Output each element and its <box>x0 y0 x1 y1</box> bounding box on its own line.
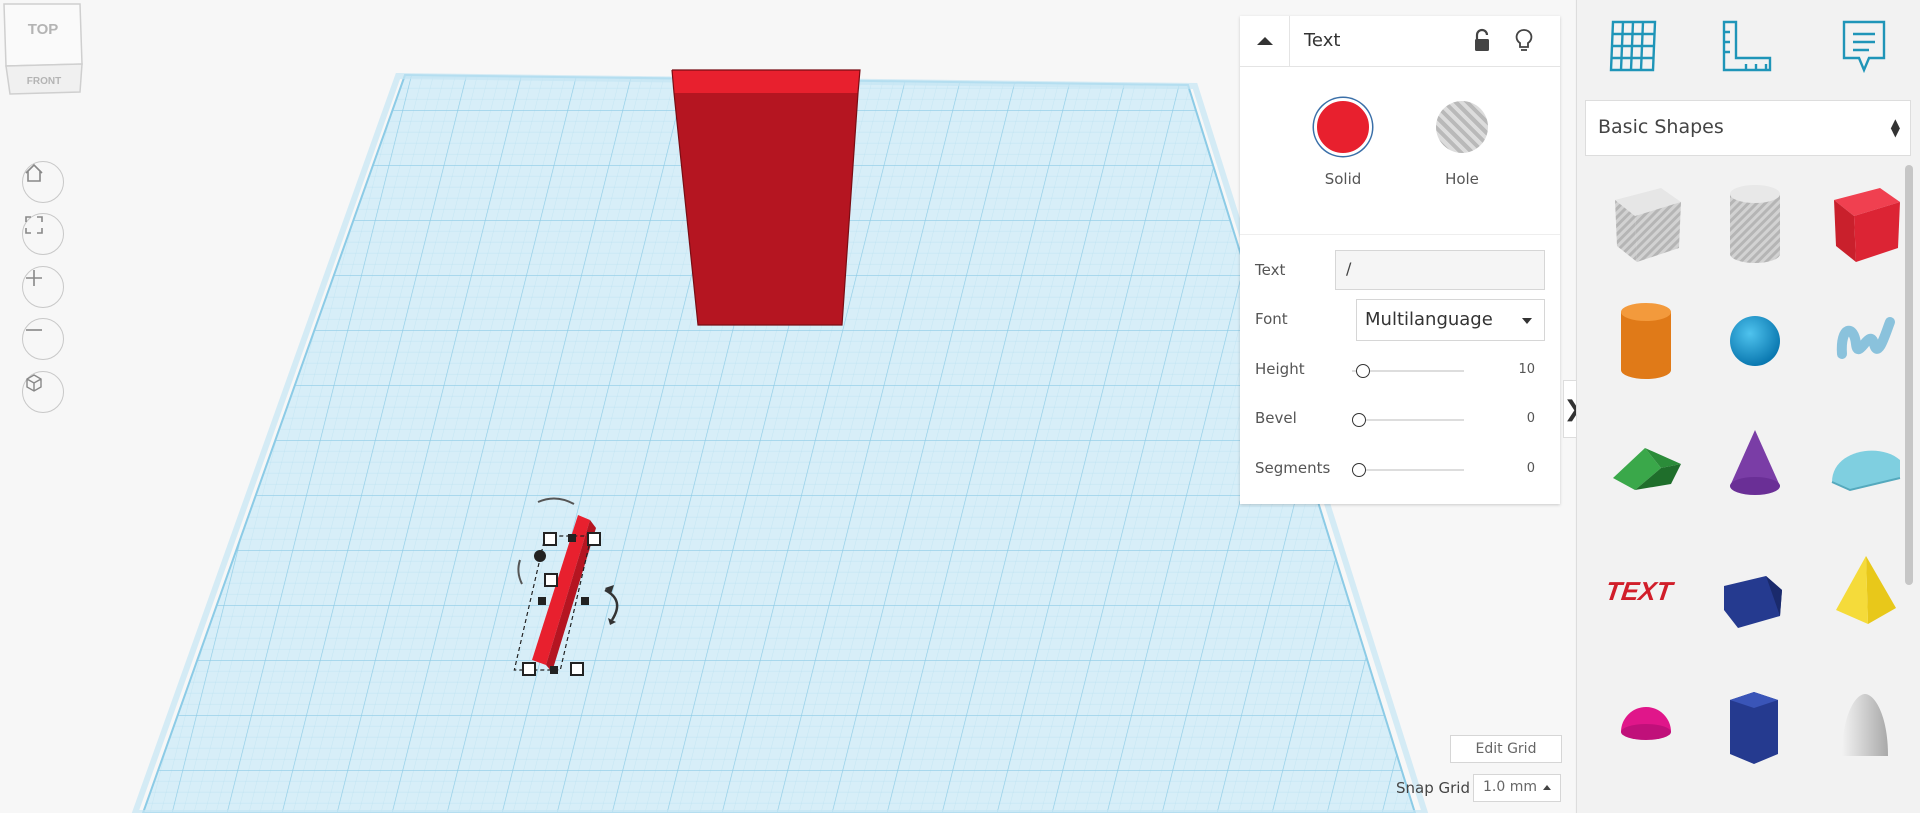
hole-label: Hole <box>1445 170 1479 188</box>
segments-prop-label: Segments <box>1255 459 1331 477</box>
shape-half-sphere[interactable] <box>1601 684 1691 774</box>
inspector-title: Text <box>1304 30 1341 51</box>
minus-icon <box>26 329 42 331</box>
lift-handle[interactable] <box>534 550 546 562</box>
resize-handle[interactable] <box>570 662 584 676</box>
edge-handle[interactable] <box>550 666 558 674</box>
hole-button[interactable]: Hole <box>1402 98 1522 188</box>
plus-icon <box>26 270 42 286</box>
shape-sphere[interactable] <box>1710 296 1800 386</box>
box-icon <box>1834 188 1900 262</box>
shape-inspector-panel: Text Solid Hole Text / Font Multilanguag… <box>1240 16 1560 504</box>
text-prop-label: Text <box>1255 261 1286 279</box>
collapse-inspector-button[interactable] <box>1240 16 1290 66</box>
text-shape-icon: TEXT <box>1604 576 1677 606</box>
shape-cylinder-hole[interactable] <box>1710 180 1800 270</box>
edge-handle[interactable] <box>538 597 546 605</box>
font-select[interactable]: Multilanguage <box>1356 299 1545 341</box>
segments-value: 0 <box>1526 461 1535 476</box>
edge-handle[interactable] <box>568 534 576 542</box>
inspector-header: Text <box>1240 16 1560 67</box>
segments-slider-track[interactable] <box>1352 469 1464 471</box>
zoom-in-button[interactable] <box>22 266 64 308</box>
font-select-value: Multilanguage <box>1365 309 1493 330</box>
updown-arrows-icon: ▲ ▼ <box>1890 116 1900 139</box>
shape-cone[interactable] <box>1710 420 1800 510</box>
height-value: 10 <box>1518 362 1535 377</box>
shape-cylinder[interactable] <box>1601 296 1691 386</box>
shape-box[interactable] <box>1820 180 1910 270</box>
solid-color-swatch[interactable] <box>1314 98 1372 156</box>
resize-handle[interactable] <box>587 532 601 546</box>
resize-handle[interactable] <box>522 662 536 676</box>
resize-handle[interactable] <box>544 573 558 587</box>
box-hole-icon <box>1615 188 1681 262</box>
segments-slider-knob[interactable] <box>1352 463 1366 477</box>
red-box-shape[interactable] <box>671 69 861 326</box>
text-input[interactable]: / <box>1335 250 1545 290</box>
zoom-out-button[interactable] <box>22 318 64 360</box>
workplane-grid-icon[interactable] <box>1607 18 1661 74</box>
wedge-icon <box>1724 576 1782 628</box>
roof-icon <box>1613 448 1681 490</box>
fit-view-icon <box>25 216 43 234</box>
ruler-icon[interactable] <box>1720 18 1774 74</box>
shape-paraboloid[interactable] <box>1820 684 1910 774</box>
caret-up-icon <box>1543 785 1551 790</box>
lightbulb-icon[interactable] <box>1514 28 1534 54</box>
snap-grid-label: Snap Grid <box>1396 779 1470 797</box>
shape-wedge[interactable] <box>1710 548 1800 638</box>
bevel-slider-knob[interactable] <box>1352 413 1366 427</box>
shape-polygon[interactable] <box>1710 684 1800 774</box>
shape-category-select[interactable]: Basic Shapes ▲ ▼ <box>1585 100 1911 156</box>
divider <box>1240 234 1560 235</box>
snap-grid-select[interactable]: 1.0 mm <box>1473 774 1561 802</box>
cylinder-hole-icon <box>1730 185 1780 263</box>
cone-icon <box>1730 430 1780 495</box>
home-icon <box>25 163 43 182</box>
shape-scribble[interactable] <box>1820 296 1910 386</box>
perspective-button[interactable] <box>22 371 64 413</box>
caret-down-icon <box>1522 318 1532 324</box>
paraboloid-icon <box>1842 694 1888 756</box>
bevel-slider-track[interactable] <box>1352 419 1464 421</box>
shape-round-roof[interactable] <box>1820 420 1910 510</box>
polygon-icon <box>1730 692 1778 764</box>
home-view-button[interactable] <box>22 161 64 203</box>
shape-category-value: Basic Shapes <box>1598 116 1724 138</box>
view-cube[interactable]: TOP FRONT <box>0 0 86 96</box>
bevel-value: 0 <box>1526 411 1535 426</box>
caret-up-icon <box>1256 37 1273 45</box>
hole-swatch[interactable] <box>1436 101 1488 153</box>
shapes-scrollbar[interactable] <box>1905 165 1913 585</box>
height-slider-knob[interactable] <box>1356 364 1370 378</box>
cube-perspective-icon <box>26 374 42 392</box>
resize-handle[interactable] <box>543 532 557 546</box>
shapes-panel: Basic Shapes ▲ ▼ TEXT <box>1576 0 1920 813</box>
shape-roof[interactable] <box>1601 420 1691 510</box>
edit-grid-button[interactable]: Edit Grid <box>1450 735 1562 763</box>
viewcube-front-label: FRONT <box>27 76 61 87</box>
shape-pyramid[interactable] <box>1820 548 1910 638</box>
round-roof-icon <box>1831 450 1901 492</box>
lock-icon[interactable] <box>1472 28 1492 54</box>
shape-box-hole[interactable] <box>1601 180 1691 270</box>
viewcube-top-label: TOP <box>28 21 59 38</box>
solid-button[interactable]: Solid <box>1283 98 1403 188</box>
bevel-prop-label: Bevel <box>1255 409 1297 427</box>
text-shape-glyph: TEXT <box>1604 576 1677 606</box>
snap-grid-value: 1.0 mm <box>1483 779 1537 795</box>
height-prop-label: Height <box>1255 360 1305 378</box>
fit-view-button[interactable] <box>22 213 64 255</box>
pyramid-icon <box>1836 556 1896 624</box>
scribble-icon <box>1836 317 1895 359</box>
edge-handle[interactable] <box>581 597 589 605</box>
font-prop-label: Font <box>1255 310 1288 328</box>
half-sphere-icon <box>1621 707 1671 740</box>
sphere-icon <box>1730 316 1780 366</box>
shape-text[interactable]: TEXT <box>1601 548 1691 638</box>
cylinder-icon <box>1621 303 1671 379</box>
notes-icon[interactable] <box>1839 18 1889 76</box>
solid-label: Solid <box>1324 170 1362 188</box>
